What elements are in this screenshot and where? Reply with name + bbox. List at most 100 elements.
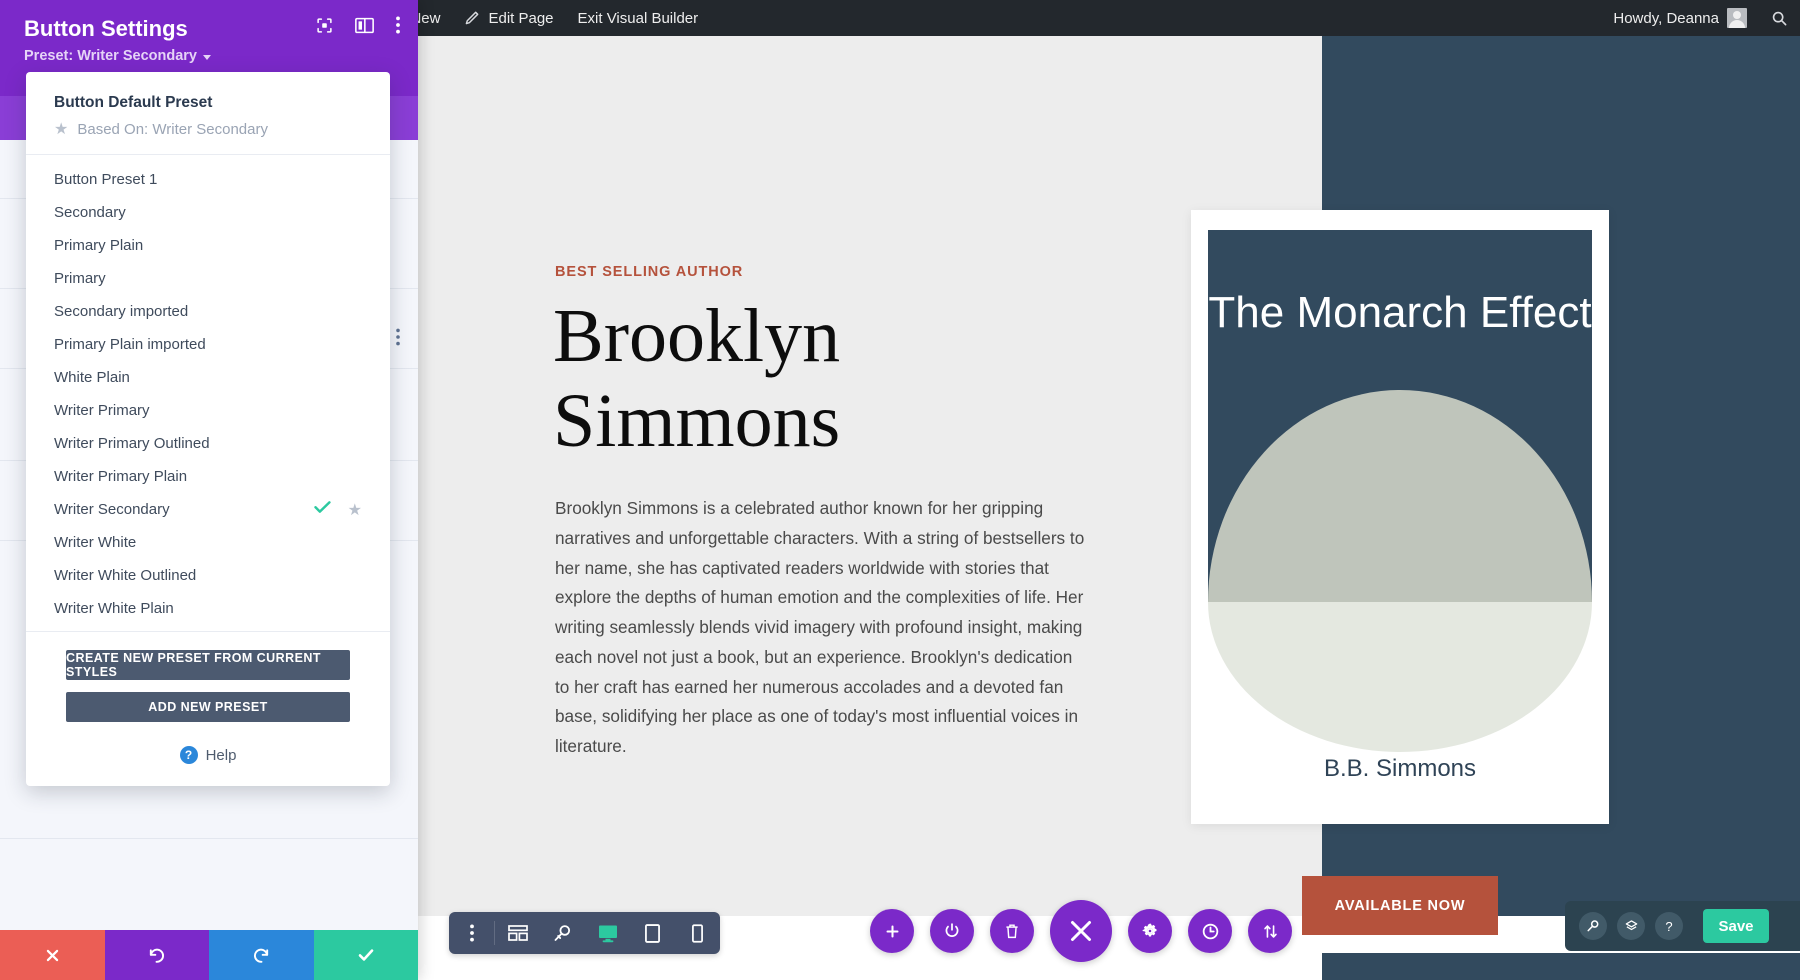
- settings-header-actions: [316, 16, 400, 34]
- settings-row-kebab-icon[interactable]: [396, 328, 400, 346]
- book-author: B.B. Simmons: [1323, 755, 1477, 782]
- check-icon: [313, 500, 331, 519]
- preset-item-label: Button Preset 1: [54, 171, 158, 188]
- preset-item-white-plain[interactable]: White Plain: [26, 361, 390, 394]
- preset-default-title: Button Default Preset: [54, 94, 213, 111]
- preset-item-secondary-imported[interactable]: Secondary imported: [26, 295, 390, 328]
- preset-item-writer-white-plain[interactable]: Writer White Plain: [26, 592, 390, 625]
- search-icon: [1771, 10, 1788, 27]
- edit-page-menu[interactable]: Edit Page: [452, 0, 565, 36]
- trash-icon[interactable]: [990, 909, 1034, 953]
- book-cover-top: [1208, 230, 1592, 602]
- kebab-menu-icon[interactable]: [396, 16, 400, 34]
- preset-item-label: White Plain: [54, 369, 130, 386]
- howdy-label: Howdy, Deanna: [1613, 9, 1719, 27]
- preset-item-label: Primary Plain: [54, 237, 144, 254]
- preset-item-writer-primary-outlined[interactable]: Writer Primary Outlined: [26, 427, 390, 460]
- preset-default-basedon: ★ Based On: Writer Secondary: [54, 121, 362, 138]
- preset-item-writer-white[interactable]: Writer White: [26, 526, 390, 559]
- history-clock-icon[interactable]: [1188, 909, 1232, 953]
- edit-page-label: Edit Page: [488, 9, 554, 27]
- help-icon: ?: [179, 746, 198, 764]
- exit-visual-builder-button[interactable]: Exit Visual Builder: [566, 0, 711, 36]
- portability-arrows-icon[interactable]: [1248, 909, 1292, 953]
- preset-item-label: Secondary: [54, 204, 126, 221]
- preset-dropdown: Button Default Preset ★ Based On: Writer…: [26, 72, 390, 786]
- book-cover-card: The Monarch Effect B.B. Simmons: [1191, 210, 1609, 824]
- preset-item-label: Writer Primary: [54, 402, 150, 419]
- preset-item-button-preset-1[interactable]: Button Preset 1: [26, 163, 390, 196]
- add-new-preset-button[interactable]: ADD NEW PRESET: [66, 692, 350, 722]
- cancel-changes-button[interactable]: [0, 930, 105, 980]
- exit-visual-builder-label: Exit Visual Builder: [577, 9, 699, 27]
- close-menu-icon[interactable]: [1050, 900, 1112, 962]
- preset-selector[interactable]: Preset: Writer Secondary: [24, 48, 211, 64]
- settings-panel-title: Button Settings: [24, 16, 188, 41]
- view-mode-toolbar: [449, 912, 720, 954]
- help-link[interactable]: ? Help: [26, 738, 390, 780]
- book-cover-artwork: The Monarch Effect B.B. Simmons: [1208, 230, 1592, 805]
- settings-panel-footer: [0, 930, 418, 980]
- cover-petal-bottom-right: [1400, 602, 1592, 752]
- preset-selector-label: Preset: Writer Secondary: [24, 48, 197, 64]
- desktop-view-icon[interactable]: [585, 912, 630, 954]
- preset-item-writer-white-outlined[interactable]: Writer White Outlined: [26, 559, 390, 592]
- hero-eyebrow: BEST SELLING AUTHOR: [555, 264, 744, 280]
- settings-gear-icon[interactable]: [1128, 909, 1172, 953]
- preset-item-label: Primary: [54, 270, 106, 287]
- preset-item-primary-plain[interactable]: Primary Plain: [26, 229, 390, 262]
- page-title: Brooklyn Simmons: [553, 294, 841, 464]
- zoom-view-icon[interactable]: [540, 912, 585, 954]
- search-icon[interactable]: [1579, 912, 1607, 940]
- power-toggle-icon[interactable]: [930, 909, 974, 953]
- add-section-icon[interactable]: [870, 909, 914, 953]
- help-label: Help: [205, 746, 237, 764]
- undo-button[interactable]: [104, 930, 209, 980]
- help-icon[interactable]: ?: [1655, 912, 1683, 940]
- preset-default-basedon-label: Based On: Writer Secondary: [77, 121, 268, 138]
- phone-view-icon[interactable]: [675, 912, 720, 954]
- builder-right-dock: ? Save: [1565, 901, 1800, 951]
- layers-icon[interactable]: [1617, 912, 1645, 940]
- cover-petal-bottom-left: [1208, 602, 1400, 752]
- layout-columns-icon[interactable]: [355, 17, 374, 34]
- preset-item-label: Writer White Outlined: [54, 567, 197, 584]
- wireframe-view-icon[interactable]: [495, 912, 540, 954]
- hero-right-lower-band: [1322, 953, 1800, 980]
- builder-circle-menu: [870, 900, 1292, 962]
- preset-default-section[interactable]: Button Default Preset ★ Based On: Writer…: [26, 72, 390, 155]
- adminbar-search-button[interactable]: [1759, 0, 1800, 36]
- focus-target-icon[interactable]: [316, 17, 333, 34]
- available-now-button[interactable]: AVAILABLE NOW: [1302, 876, 1498, 935]
- preset-item-label: Primary Plain imported: [54, 336, 206, 353]
- preset-item-writer-secondary[interactable]: Writer Secondary ★: [26, 493, 390, 526]
- preset-item-primary-plain-imported[interactable]: Primary Plain imported: [26, 328, 390, 361]
- hero-body-text: Brooklyn Simmons is a celebrated author …: [555, 498, 1085, 756]
- create-new-preset-button[interactable]: CREATE NEW PRESET FROM CURRENT STYLES: [66, 650, 350, 680]
- my-account-menu[interactable]: Howdy, Deanna: [1601, 0, 1759, 36]
- preset-actions: CREATE NEW PRESET FROM CURRENT STYLES AD…: [26, 631, 390, 738]
- preset-item-label: Writer Primary Outlined: [54, 435, 210, 452]
- kebab-menu-icon[interactable]: [449, 912, 494, 954]
- preset-item-label: Writer White Plain: [54, 600, 174, 617]
- tablet-view-icon[interactable]: [630, 912, 675, 954]
- star-icon: ★: [54, 120, 69, 138]
- save-button[interactable]: Save: [1703, 909, 1769, 943]
- settings-row-divider: [0, 838, 418, 839]
- cover-petal-top-right: [1400, 390, 1592, 602]
- pencil-icon: [464, 10, 480, 26]
- preset-item-writer-primary[interactable]: Writer Primary: [26, 394, 390, 427]
- redo-button[interactable]: [209, 930, 314, 980]
- preset-item-writer-primary-plain[interactable]: Writer Primary Plain: [26, 460, 390, 493]
- preset-item-label: Writer Secondary: [54, 501, 170, 518]
- avatar: [1727, 8, 1747, 28]
- preset-item-primary[interactable]: Primary: [26, 262, 390, 295]
- star-icon[interactable]: ★: [348, 500, 362, 520]
- preset-item-label: Secondary imported: [54, 303, 189, 320]
- preset-list: Button Preset 1 Secondary Primary Plain …: [26, 155, 390, 631]
- cover-petal-top-left: [1208, 390, 1400, 602]
- preset-item-secondary[interactable]: Secondary: [26, 196, 390, 229]
- apply-changes-button[interactable]: [313, 930, 418, 980]
- module-settings-panel: Button Settings Preset: Writer Secondary…: [0, 0, 418, 980]
- preset-item-label: Writer White: [54, 534, 137, 551]
